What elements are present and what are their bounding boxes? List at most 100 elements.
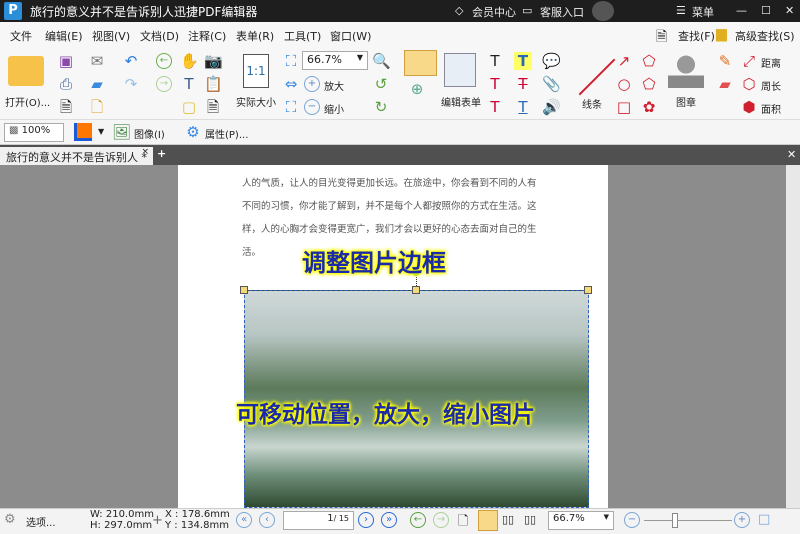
stamp-button[interactable]: 图章	[676, 94, 696, 109]
first-page-button[interactable]: «	[236, 512, 252, 528]
menu-form[interactable]: 表单(R)	[236, 28, 274, 44]
menu-tools[interactable]: 工具(T)	[284, 28, 321, 44]
menu-edit[interactable]: 编辑(E)	[45, 28, 83, 44]
note-icon[interactable]: 💬	[542, 52, 561, 70]
open-folder-icon[interactable]	[8, 56, 44, 86]
fit-width-icon[interactable]: ⇔	[282, 75, 300, 93]
forward-view-button[interactable]: →	[433, 512, 449, 528]
snapshot-icon[interactable]: 📷	[204, 52, 223, 70]
arrow-icon[interactable]: ↗	[615, 52, 633, 70]
zoom-in-button[interactable]: 放大	[324, 78, 344, 93]
options-button[interactable]: 选项...	[26, 514, 56, 529]
prev-page-button[interactable]: ‹	[259, 512, 275, 528]
advanced-find-button[interactable]: 高级查找(S)	[735, 28, 795, 44]
page-input[interactable]: 1/ 15	[283, 511, 354, 530]
zoom-slider-thumb[interactable]	[672, 513, 678, 528]
highlight-text-icon[interactable]: T	[514, 52, 532, 70]
lines-button[interactable]: 线条	[582, 96, 602, 111]
continuous-page-icon[interactable]	[478, 510, 498, 531]
next-page-button[interactable]: ›	[358, 512, 374, 528]
email-icon[interactable]: ✉	[88, 52, 106, 70]
actual-size-icon[interactable]: 1:1	[243, 54, 269, 88]
avatar[interactable]	[592, 1, 614, 21]
underline-icon[interactable]: T	[514, 98, 532, 116]
fit-visible-icon[interactable]: ⛶	[282, 98, 300, 116]
properties-button[interactable]: 属性(P)...	[205, 126, 248, 141]
undo-icon[interactable]: ↶	[122, 52, 140, 70]
minimize-button[interactable]: —	[736, 4, 747, 17]
callout-icon[interactable]: T	[486, 98, 504, 116]
strikeout-icon[interactable]: T	[514, 75, 532, 93]
menu-comment[interactable]: 注释(C)	[188, 28, 226, 44]
paste-icon[interactable]: 📋	[204, 75, 223, 93]
fill-color-dropdown[interactable]: ▼	[98, 127, 104, 136]
back-view-button[interactable]: ←	[410, 512, 426, 528]
zoom-slider[interactable]	[644, 520, 732, 521]
sound-icon[interactable]: 🔊	[542, 98, 561, 116]
distance-icon[interactable]: ⤢	[740, 52, 758, 70]
zoom-out-button[interactable]: −	[624, 512, 640, 528]
zoom-out-button[interactable]: 缩小	[324, 101, 344, 116]
cloud-icon[interactable]: ✿	[640, 98, 658, 116]
close-button[interactable]: ✕	[785, 4, 794, 17]
zoom-out-icon[interactable]: −	[304, 99, 320, 115]
rectangle-icon[interactable]: □	[615, 98, 633, 116]
menu-window[interactable]: 窗口(W)	[330, 28, 371, 44]
add-image-text-icon[interactable]: ⊕	[408, 80, 426, 98]
save-icon[interactable]: ▣	[57, 52, 75, 70]
close-all-tabs-button[interactable]: ✕	[787, 148, 796, 161]
facing-page-icon[interactable]: ▯▯	[502, 513, 514, 526]
text-select-icon[interactable]: T	[180, 75, 198, 93]
zoom-in-icon[interactable]: +	[304, 76, 320, 92]
customer-service-link[interactable]: 客服入口	[540, 4, 584, 20]
status-zoom-select[interactable]: 66.7% ▼	[548, 511, 614, 530]
rotate-right-icon[interactable]: ↻	[372, 98, 390, 116]
single-page-icon[interactable]: 🗋	[458, 512, 468, 534]
rotate-left-icon[interactable]: ↺	[372, 75, 390, 93]
text-box-icon[interactable]: T	[486, 75, 504, 93]
polygon-icon[interactable]: ⬠	[640, 75, 658, 93]
select-object-icon[interactable]: ▢	[180, 98, 198, 116]
close-tab-icon[interactable]: ×	[141, 147, 149, 157]
resize-handle[interactable]	[240, 286, 248, 294]
back-icon[interactable]: ←	[156, 53, 172, 69]
edit-image-tool[interactable]	[404, 50, 437, 76]
eraser-icon[interactable]: ▰	[716, 75, 734, 93]
distance-button[interactable]: 距离	[761, 55, 781, 70]
continuous-facing-icon[interactable]: ▯▯	[524, 513, 536, 526]
redo-icon[interactable]: ↷	[122, 75, 140, 93]
vip-center-link[interactable]: 会员中心	[472, 4, 516, 20]
edit-form-button[interactable]: 编辑表单	[441, 94, 481, 109]
opacity-select[interactable]: ▩ 100%	[4, 123, 64, 142]
zoom-in-button[interactable]: +	[734, 512, 750, 528]
export-icon[interactable]: 🗎	[57, 98, 75, 116]
fit-page-icon[interactable]: ⛶	[282, 52, 300, 70]
hand-tool-icon[interactable]: ✋	[180, 52, 199, 70]
area-button[interactable]: 面积	[761, 101, 781, 116]
menu-file[interactable]: 文件	[10, 28, 32, 44]
line-icon[interactable]	[578, 58, 616, 96]
open-button[interactable]: 打开(O)...	[5, 94, 50, 109]
menu-view[interactable]: 视图(V)	[92, 28, 130, 44]
fill-color-button[interactable]	[74, 123, 92, 141]
menu-document[interactable]: 文档(D)	[140, 28, 179, 44]
perimeter-icon[interactable]: ⬡	[740, 75, 758, 93]
magnifier-icon[interactable]: 🔍	[372, 52, 391, 70]
new-document-icon[interactable]: 🗋	[88, 98, 106, 116]
maximize-button[interactable]: ☐	[761, 4, 771, 17]
menu-button[interactable]: 菜单	[692, 4, 714, 20]
perimeter-button[interactable]: 周长	[761, 78, 781, 93]
area-icon[interactable]: ⬢	[740, 98, 758, 116]
pencil-icon[interactable]: ✎	[716, 52, 734, 70]
attachment-icon[interactable]: 📎	[542, 75, 561, 93]
print-icon[interactable]: ⎙	[57, 75, 75, 93]
zoom-select[interactable]: 66.7% ▼	[302, 51, 368, 70]
forward-icon[interactable]: →	[156, 76, 172, 92]
new-tab-button[interactable]: +	[157, 147, 166, 160]
resize-handle[interactable]	[584, 286, 592, 294]
stamp-icon[interactable]	[668, 52, 704, 88]
ellipse-icon[interactable]: ○	[615, 75, 633, 93]
last-page-button[interactable]: »	[381, 512, 397, 528]
vertical-scrollbar[interactable]	[786, 165, 800, 508]
edit-form-icon[interactable]	[444, 53, 476, 87]
